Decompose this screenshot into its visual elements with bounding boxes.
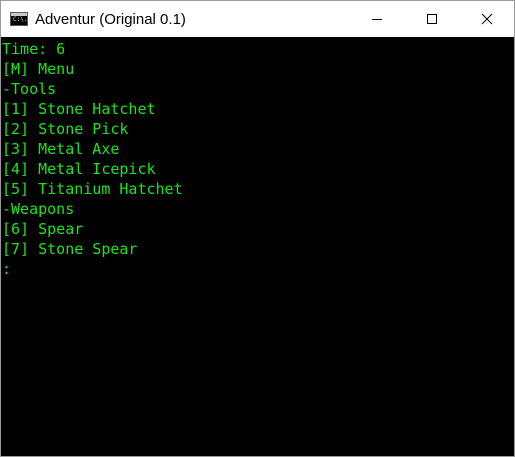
title-bar[interactable]: C:\. Adventur (Original 0.1) bbox=[1, 1, 514, 37]
tool-option-titanium-hatchet: [5] Titanium Hatchet bbox=[2, 180, 183, 198]
maximize-icon bbox=[426, 14, 437, 24]
weapon-option-stone-spear: [7] Stone Spear bbox=[2, 240, 138, 258]
tools-heading: -Tools bbox=[2, 80, 57, 98]
tool-option-stone-pick: [2] Stone Pick bbox=[2, 120, 129, 138]
time-readout: Time: 6 bbox=[2, 40, 66, 58]
tool-option-metal-icepick: [4] Metal Icepick bbox=[2, 160, 156, 178]
menu-option: [M] Menu bbox=[2, 60, 75, 78]
console-window: C:\. Adventur (Original 0.1) Time: 6 [M]… bbox=[0, 0, 515, 457]
console-output[interactable]: Time: 6 [M] Menu -Tools [1] Stone Hatche… bbox=[1, 38, 514, 456]
weapons-heading: -Weapons bbox=[2, 200, 75, 218]
close-button[interactable] bbox=[459, 1, 514, 37]
maximize-button[interactable] bbox=[404, 1, 459, 37]
minimize-icon bbox=[371, 19, 382, 20]
console-app-icon[interactable]: C:\. bbox=[10, 12, 28, 26]
close-icon bbox=[481, 13, 492, 25]
window-title: Adventur (Original 0.1) bbox=[35, 10, 186, 28]
tool-option-stone-hatchet: [1] Stone Hatchet bbox=[2, 100, 156, 118]
minimize-button[interactable] bbox=[349, 1, 404, 37]
window-controls bbox=[349, 1, 514, 37]
input-prompt[interactable]: : bbox=[2, 259, 514, 279]
weapon-option-spear: [6] Spear bbox=[2, 220, 84, 238]
tool-option-metal-axe: [3] Metal Axe bbox=[2, 140, 120, 158]
